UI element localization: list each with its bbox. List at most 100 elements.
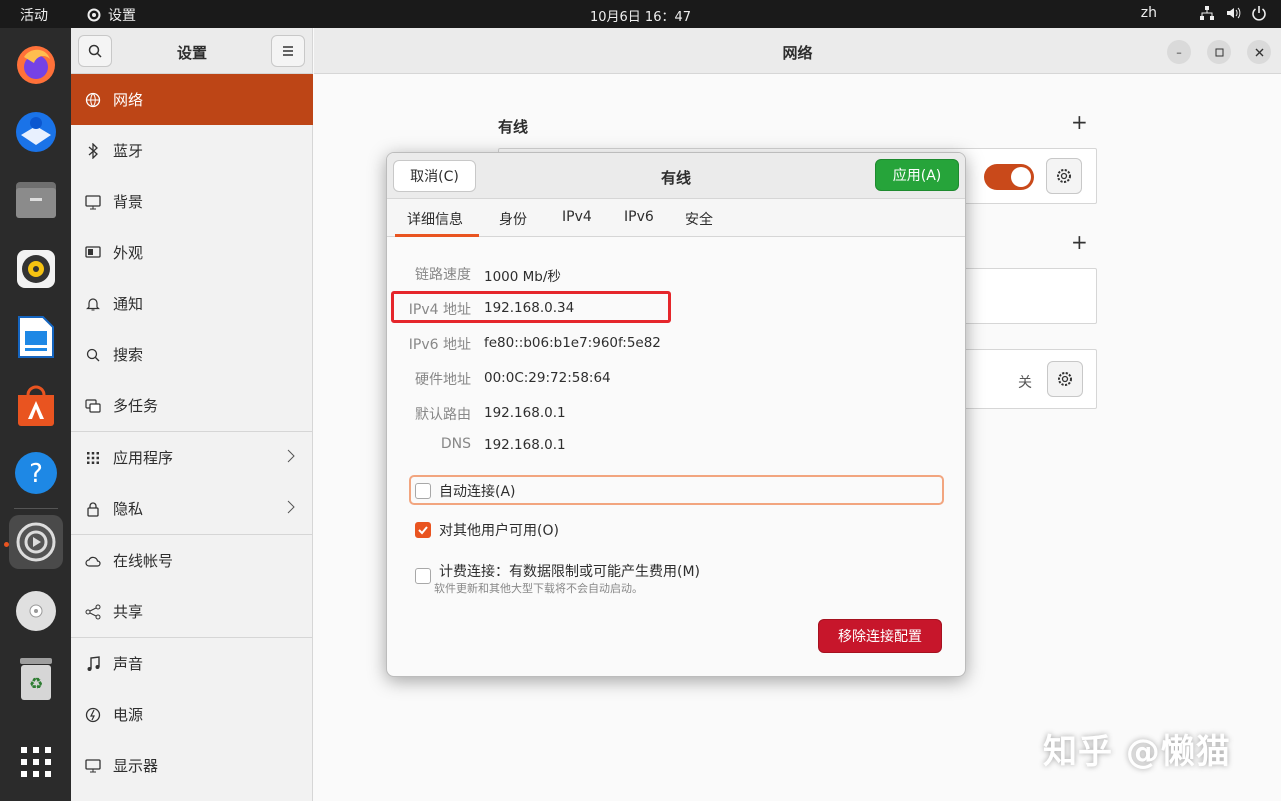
dvd-icon[interactable] [9, 584, 63, 638]
firefox-icon[interactable] [9, 38, 63, 92]
add-vpn-button[interactable]: + [1071, 230, 1088, 254]
appearance-icon [85, 245, 101, 261]
svg-text:?: ? [29, 459, 43, 489]
power-icon[interactable] [1251, 5, 1267, 21]
input-language[interactable]: zh [1141, 5, 1157, 21]
libreoffice-writer-icon[interactable] [9, 310, 63, 364]
lock-icon [85, 501, 101, 517]
trash-icon[interactable]: ♻ [9, 652, 63, 706]
auto-connect-checkbox[interactable]: 自动连接(A) [415, 481, 516, 501]
wired-section-title: 有线 [498, 118, 529, 136]
share-icon [85, 604, 101, 620]
detail-label: 链路速度 [415, 267, 471, 283]
wired-settings-button[interactable] [1046, 158, 1082, 194]
search-icon [85, 347, 101, 363]
sidebar-item-label: 显示器 [113, 757, 159, 775]
sidebar-item-applications[interactable]: 应用程序 [71, 432, 313, 483]
sidebar-item-label: 共享 [113, 603, 144, 621]
checkbox-label: 计费连接：有数据限制或可能产生费用(M) [439, 564, 701, 580]
all-users-checkbox[interactable]: 对其他用户可用(O) [415, 520, 559, 540]
checkbox-box[interactable] [415, 483, 431, 499]
system-tray[interactable]: zh [1141, 5, 1267, 21]
maximize-button[interactable] [1207, 40, 1231, 64]
volume-icon[interactable] [1225, 5, 1241, 21]
sidebar-item-power[interactable]: 电源 [71, 689, 313, 740]
watermark: 知乎 @懒猫 [1043, 732, 1231, 772]
tab-ipv6[interactable]: IPv6 [624, 209, 654, 225]
checkbox-box[interactable] [415, 568, 431, 584]
sidebar-item-appearance[interactable]: 外观 [71, 227, 313, 278]
wired-toggle[interactable] [984, 164, 1034, 190]
highlight-box [391, 291, 671, 323]
detail-value: 1000 Mb/秒 [484, 269, 561, 285]
minimize-button[interactable]: – [1167, 40, 1191, 64]
tab-identity[interactable]: 身份 [499, 209, 527, 229]
dock: ? ♻ [0, 28, 71, 801]
sidebar-item-displays[interactable]: 显示器 [71, 740, 313, 791]
add-wired-button[interactable]: + [1071, 110, 1088, 134]
proxy-status: 关 [1018, 375, 1032, 391]
detail-value: fe80::b06:b1e7:960f:5e82 [484, 335, 661, 351]
sidebar-item-online-accounts[interactable]: 在线帐号 [71, 535, 313, 586]
checkmark-icon [418, 526, 428, 535]
close-button[interactable] [1247, 40, 1271, 64]
multitasking-icon [85, 398, 101, 414]
detail-value: 192.168.0.1 [484, 405, 566, 421]
thunderbird-icon[interactable] [9, 105, 63, 159]
running-indicator [4, 542, 9, 547]
show-apps-icon[interactable] [9, 735, 63, 789]
dock-separator [14, 508, 58, 509]
settings-icon[interactable] [9, 515, 63, 569]
dialog-tabs: 详细信息 身份 IPv4 IPv6 安全 [387, 199, 965, 237]
apply-button[interactable]: 应用(A) [875, 159, 959, 191]
rhythmbox-icon[interactable] [9, 242, 63, 296]
detail-value: 192.168.0.1 [484, 437, 566, 453]
checkbox-box[interactable] [415, 522, 431, 538]
sidebar-item-network[interactable]: 网络 [71, 74, 313, 125]
page-title: 网络 [782, 44, 813, 62]
menu-button[interactable] [271, 35, 305, 67]
sidebar-item-sound[interactable]: 声音 [71, 638, 313, 689]
chevron-right-icon [287, 500, 295, 514]
active-tab-indicator [395, 234, 479, 237]
music-note-icon [85, 655, 101, 672]
sidebar-item-label: 应用程序 [113, 449, 174, 467]
proxy-settings-button[interactable] [1047, 361, 1083, 397]
sidebar-item-sharing[interactable]: 共享 [71, 586, 313, 637]
help-icon[interactable]: ? [9, 446, 63, 500]
sidebar-item-label: 搜索 [113, 346, 144, 364]
bell-icon [85, 296, 101, 312]
detail-value: 00:0C:29:72:58:64 [484, 370, 611, 386]
sidebar-item-bluetooth[interactable]: 蓝牙 [71, 125, 313, 176]
network-icon [85, 92, 101, 108]
top-bar: 活动 设置 10月6日 16：47 zh [0, 0, 1281, 28]
display-icon [85, 758, 101, 774]
sidebar-item-background[interactable]: 背景 [71, 176, 313, 227]
main-header: 网络 – [314, 28, 1281, 74]
tab-security[interactable]: 安全 [685, 209, 713, 229]
sidebar-item-privacy[interactable]: 隐私 [71, 483, 313, 534]
sidebar-item-label: 多任务 [113, 397, 159, 415]
maximize-icon [1215, 48, 1223, 56]
minimize-icon: – [1176, 45, 1182, 59]
sidebar-item-multitasking[interactable]: 多任务 [71, 380, 313, 431]
checkbox-label: 自动连接(A) [439, 484, 516, 500]
plus-icon: + [1071, 110, 1088, 134]
background-icon [85, 194, 101, 210]
apps-grid-icon [85, 450, 101, 466]
tab-details[interactable]: 详细信息 [407, 209, 463, 229]
sidebar-item-search[interactable]: 搜索 [71, 329, 313, 380]
sidebar: 网络 蓝牙 背景 外观 通知 搜索 多任务 应用程序 隐私 在线帐号 共享 声音… [71, 74, 313, 801]
tab-ipv4[interactable]: IPv4 [562, 209, 592, 225]
detail-label: IPv6 地址 [408, 337, 471, 353]
remove-connection-button[interactable]: 移除连接配置 [818, 619, 942, 653]
sidebar-item-label: 隐私 [113, 500, 144, 518]
sidebar-item-notifications[interactable]: 通知 [71, 278, 313, 329]
files-icon[interactable] [9, 173, 63, 227]
sidebar-item-label: 通知 [113, 295, 144, 313]
clock[interactable]: 10月6日 16：47 [0, 6, 1281, 25]
sidebar-item-label: 声音 [113, 655, 144, 673]
app-center-icon[interactable] [9, 378, 63, 432]
network-wired-icon[interactable] [1199, 5, 1215, 21]
sidebar-item-label: 电源 [113, 706, 144, 724]
